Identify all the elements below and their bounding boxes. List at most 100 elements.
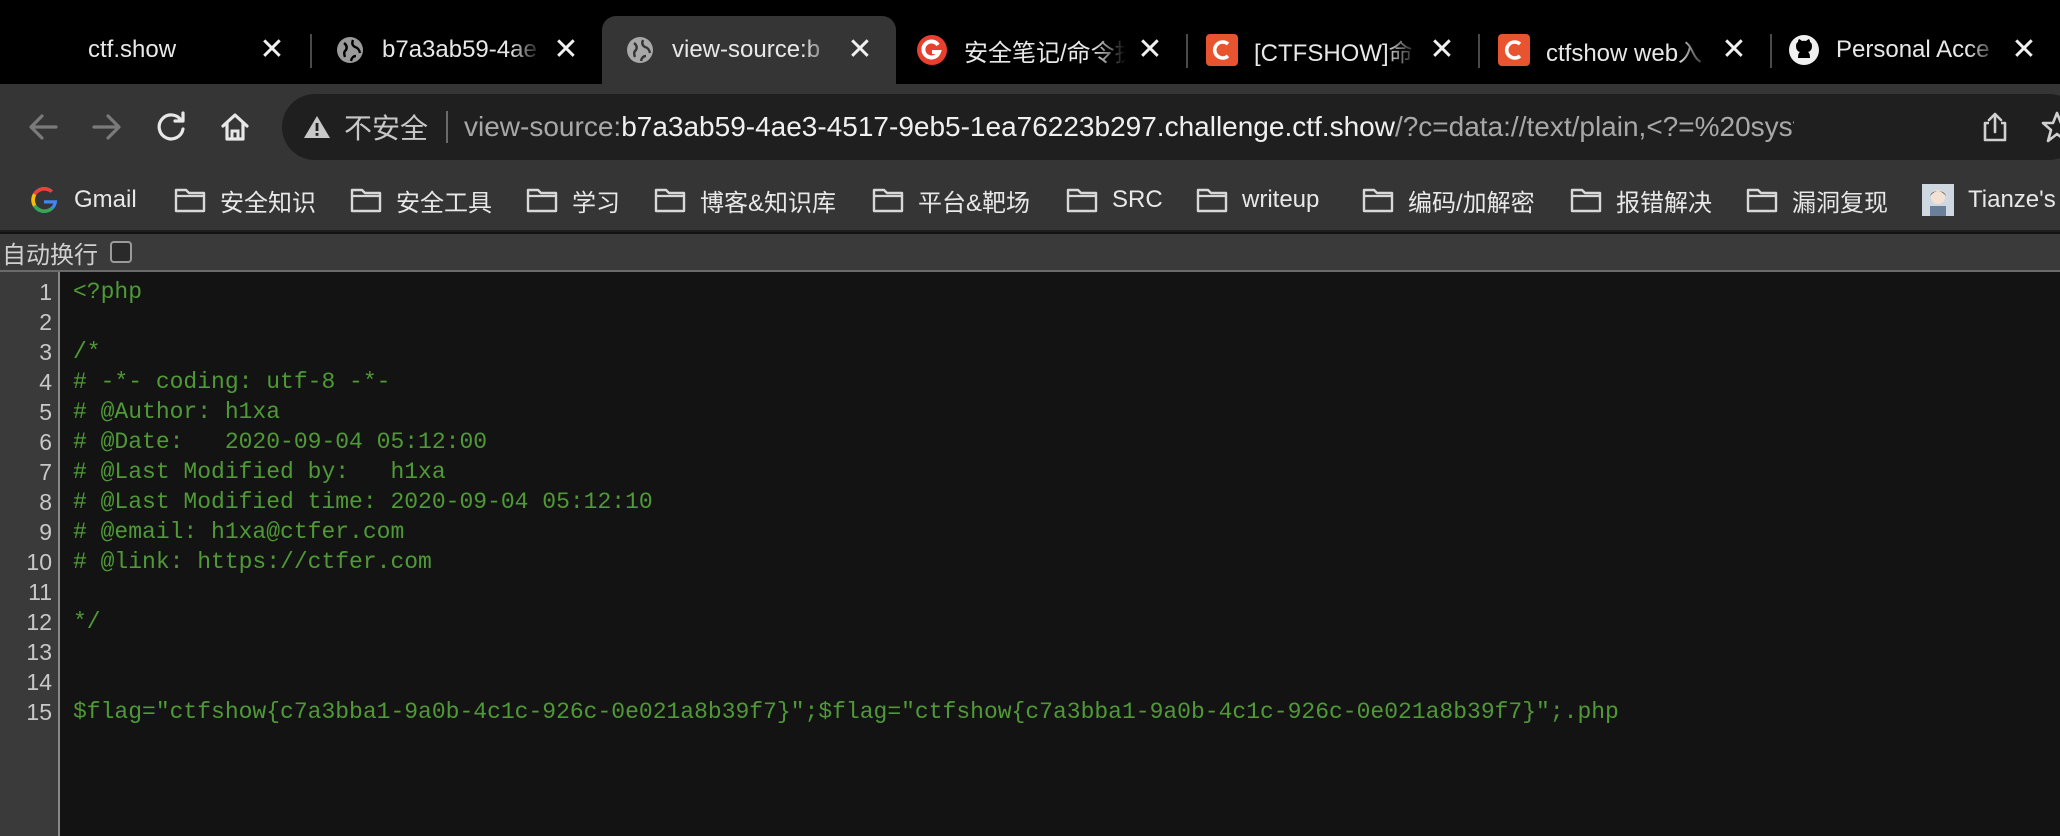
- back-button[interactable]: [20, 104, 66, 150]
- bookmark-folder-src[interactable]: SRC: [1066, 180, 1163, 220]
- forward-button[interactable]: [84, 104, 130, 150]
- address-bar[interactable]: 不安全 view-source:b7a3ab59-4ae3-4517-9eb5-…: [282, 94, 2060, 160]
- bookmark-label: SRC: [1112, 186, 1163, 213]
- tab-title: [CTFSHOW]命: [1254, 39, 1413, 67]
- tab-title: Personal Acce: [1836, 36, 1990, 63]
- browser-toolbar: 不安全 view-source:b7a3ab59-4ae3-4517-9eb5-…: [0, 84, 2060, 168]
- line-code: */: [73, 609, 101, 635]
- bookmark-label: 编码/加解密: [1408, 189, 1535, 217]
- bookmark-tianze[interactable]: Tianze's: [1922, 180, 2056, 220]
- line-code: # @link: https://ctfer.com: [73, 549, 432, 575]
- url-host: b7a3ab59-4ae3-4517-9eb5-1ea76223b297.cha…: [621, 111, 1395, 142]
- line-code: # -*- coding: utf-8 -*-: [73, 369, 391, 395]
- bookmark-folder-security-knowledge[interactable]: 安全知识: [174, 180, 316, 220]
- folder-icon: [654, 186, 686, 214]
- back-arrow-icon: [29, 114, 58, 140]
- reload-button[interactable]: [148, 104, 194, 150]
- close-tab-icon[interactable]: ✕: [846, 35, 874, 65]
- close-tab-icon[interactable]: ✕: [1720, 35, 1748, 65]
- line-wrap-label: 自动换行: [2, 241, 98, 269]
- line-number: 7: [39, 459, 52, 485]
- line-code: /*: [73, 339, 101, 365]
- tab-strip: ctf.show ✕ b7a3ab59-4ae ✕ view-source:b …: [0, 0, 2060, 84]
- tab-view-source[interactable]: view-source:b ✕: [602, 16, 896, 84]
- bookmark-gmail[interactable]: Gmail: [28, 180, 137, 220]
- tab-ctfshow-command[interactable]: [CTFSHOW]命 ✕: [1188, 16, 1478, 84]
- avatar-icon: [1922, 184, 1954, 216]
- bookmark-folder-encoding[interactable]: 编码/加解密: [1362, 180, 1535, 220]
- source-line: 11: [0, 577, 2060, 607]
- insecure-label[interactable]: 不安全: [344, 107, 428, 147]
- line-number: 9: [39, 519, 52, 545]
- folder-icon: [350, 186, 382, 214]
- share-icon[interactable]: [1978, 110, 2012, 144]
- close-tab-icon[interactable]: ✕: [258, 35, 286, 65]
- line-number: 13: [26, 639, 52, 665]
- bookmark-folder-security-tools[interactable]: 安全工具: [350, 180, 492, 220]
- google-g-icon: [28, 186, 60, 214]
- bookmark-label: Gmail: [74, 186, 137, 213]
- line-code: # @Last Modified by: h1xa: [73, 459, 446, 485]
- tab-title: b7a3ab59-4ae: [382, 36, 537, 63]
- folder-icon: [1196, 186, 1228, 214]
- address-divider: [446, 111, 449, 143]
- bookmark-star-icon[interactable]: [2040, 110, 2060, 144]
- line-number: 10: [26, 549, 52, 575]
- url-text[interactable]: view-source:b7a3ab59-4ae3-4517-9eb5-1ea7…: [464, 111, 1794, 143]
- bookmark-folder-errors[interactable]: 报错解决: [1570, 180, 1712, 220]
- line-number: 1: [39, 279, 52, 305]
- tab-ctfshow-web[interactable]: ctfshow web入 ✕: [1480, 16, 1770, 84]
- line-code: # @Date: 2020-09-04 05:12:00: [73, 429, 488, 455]
- close-tab-icon[interactable]: ✕: [1136, 35, 1164, 65]
- line-number: 3: [39, 339, 52, 365]
- bookmark-folder-platforms[interactable]: 平台&靶场: [872, 180, 1030, 220]
- bookmarks-bar: Gmail 安全知识 安全工具 学习 博客&知识库 平台&靶场 SRC writ…: [0, 168, 2060, 232]
- tab-ctf-show[interactable]: ctf.show ✕: [0, 16, 308, 84]
- line-code: # @email: h1xa@ctfer.com: [73, 519, 405, 545]
- folder-icon: [1362, 186, 1394, 214]
- url-scheme: view-source:: [464, 111, 622, 142]
- csdn-c-icon: [1206, 34, 1238, 66]
- home-button[interactable]: [212, 104, 258, 150]
- bookmark-folder-writeup[interactable]: writeup: [1196, 180, 1319, 220]
- source-line: 13: [0, 637, 2060, 667]
- red-g-logo-icon: [916, 34, 948, 66]
- source-line: 4 # -*- coding: utf-8 -*-: [0, 367, 2060, 397]
- bookmark-label: 学习: [572, 189, 620, 217]
- bookmark-label: 平台&靶场: [918, 189, 1031, 217]
- close-tab-icon[interactable]: ✕: [2010, 35, 2038, 65]
- reload-icon: [157, 111, 185, 141]
- warning-icon[interactable]: [302, 112, 332, 142]
- line-number: 8: [39, 489, 52, 515]
- source-line: 12 */: [0, 607, 2060, 637]
- bookmark-label: Tianze's: [1968, 186, 2056, 213]
- tab-challenge-page[interactable]: b7a3ab59-4ae ✕: [312, 16, 602, 84]
- close-tab-icon[interactable]: ✕: [1428, 35, 1456, 65]
- folder-icon: [174, 186, 206, 214]
- bookmark-folder-blogs[interactable]: 博客&知识库: [654, 180, 836, 220]
- tab-security-notes[interactable]: 安全笔记/命令执 ✕: [896, 16, 1186, 84]
- source-line: 8 # @Last Modified time: 2020-09-04 05:12…: [0, 487, 2060, 517]
- bookmark-folder-study[interactable]: 学习: [526, 180, 620, 220]
- line-wrap-checkbox[interactable]: [110, 241, 132, 263]
- bookmark-folder-vuln-repro[interactable]: 漏洞复现: [1746, 180, 1888, 220]
- line-code: $flag="ctfshow{c7a3bba1-9a0b-4c1c-926c-0…: [73, 699, 1619, 725]
- source-line: 1 <?php: [0, 277, 2060, 307]
- source-line: 15 $flag="ctfshow{c7a3bba1-9a0b-4c1c-926c…: [0, 697, 2060, 727]
- tab-title: ctf.show: [88, 36, 177, 63]
- line-number: 14: [26, 669, 52, 695]
- source-line: 2: [0, 307, 2060, 337]
- close-tab-icon[interactable]: ✕: [552, 35, 580, 65]
- line-code: <?php: [73, 279, 143, 305]
- line-number: 6: [39, 429, 52, 455]
- line-code: # @Author: h1xa: [73, 399, 281, 425]
- source-line: 7 # @Last Modified by: h1xa: [0, 457, 2060, 487]
- source-line: 14: [0, 667, 2060, 697]
- forward-arrow-icon: [92, 114, 121, 140]
- line-number: 12: [26, 609, 52, 635]
- tab-title: ctfshow web入: [1546, 39, 1703, 67]
- tab-github-token[interactable]: Personal Acce ✕: [1772, 16, 2060, 84]
- tab-title: 安全笔记/命令执: [964, 39, 1126, 67]
- line-number: 4: [39, 369, 52, 395]
- github-icon: [1788, 34, 1820, 66]
